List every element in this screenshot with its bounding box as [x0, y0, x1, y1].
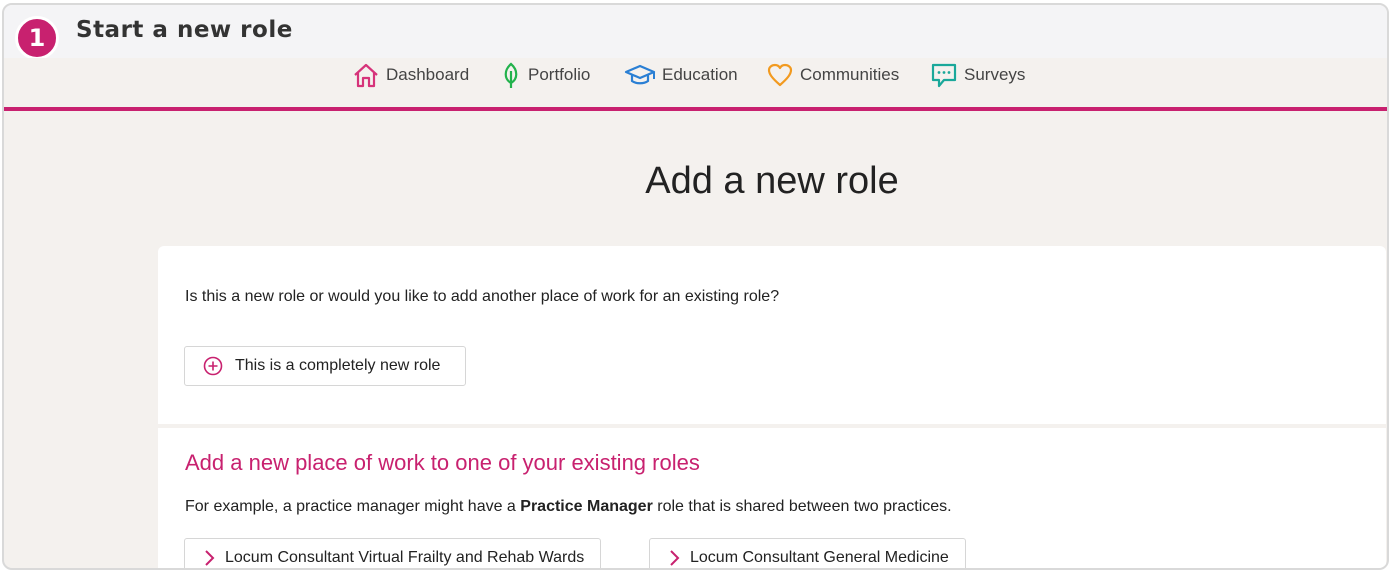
home-icon	[354, 63, 378, 88]
existing-role-label: Locum Consultant General Medicine	[690, 549, 949, 566]
nav-item-portfolio[interactable]: Portfolio	[500, 58, 590, 92]
heart-icon	[767, 63, 793, 87]
new-role-button-label: This is a completely new role	[235, 357, 441, 374]
nav-label-dashboard: Dashboard	[386, 65, 470, 84]
new-role-card: Is this a new role or would you like to …	[158, 246, 1386, 424]
existing-role-button[interactable]: Locum Consultant General Medicine	[649, 538, 966, 568]
step-number-badge: 1	[15, 16, 59, 60]
new-role-button[interactable]: This is a completely new role	[184, 346, 466, 386]
example-text: For example, a practice manager might ha…	[185, 498, 952, 516]
role-question: Is this a new role or would you like to …	[185, 288, 780, 305]
plus-circle-icon	[203, 356, 223, 376]
existing-role-label: Locum Consultant Virtual Frailty and Reh…	[225, 549, 585, 566]
nav-item-communities[interactable]: Communities	[766, 58, 899, 92]
existing-roles-card: Add a new place of work to one of your e…	[158, 428, 1386, 568]
nav-label-communities: Communities	[800, 65, 900, 84]
leaf-icon	[504, 62, 518, 88]
step-title: Start a new role	[76, 17, 293, 43]
app-frame: 1 Start a new role Dashboard Portfolio E…	[2, 3, 1389, 570]
speech-bubble-icon	[931, 63, 957, 88]
existing-roles-heading: Add a new place of work to one of your e…	[185, 450, 700, 475]
nav-item-education[interactable]: Education	[624, 58, 738, 92]
chevron-right-icon	[670, 550, 680, 566]
nav-divider	[4, 107, 1387, 111]
step-header: 1 Start a new role	[4, 5, 1387, 60]
page-title: Add a new role	[645, 160, 899, 202]
example-prefix: For example, a practice manager might ha…	[185, 498, 521, 515]
nav-label-education: Education	[662, 65, 738, 84]
chevron-right-icon	[205, 550, 215, 566]
graduation-cap-icon	[624, 64, 656, 85]
example-suffix: role that is shared between two practice…	[652, 498, 952, 515]
main-nav: Dashboard Portfolio Education Communitie…	[4, 58, 1387, 108]
nav-item-dashboard[interactable]: Dashboard	[352, 58, 469, 92]
existing-role-button[interactable]: Locum Consultant Virtual Frailty and Reh…	[184, 538, 602, 568]
example-role-name: Practice Manager	[520, 498, 653, 515]
nav-item-surveys[interactable]: Surveys	[930, 58, 1025, 92]
nav-label-portfolio: Portfolio	[528, 65, 591, 84]
nav-label-surveys: Surveys	[964, 65, 1026, 84]
